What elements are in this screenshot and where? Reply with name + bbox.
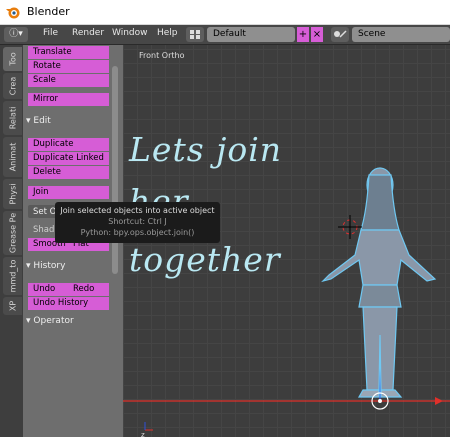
tooltip-python: Python: bpy.ops.object.join() xyxy=(80,228,195,237)
translate-button[interactable]: Translate xyxy=(28,46,109,59)
screen-layout-icon[interactable] xyxy=(186,27,204,42)
set-origin-label: Set O xyxy=(33,207,57,217)
menu-file[interactable]: File xyxy=(43,28,58,38)
tooltip-shortcut: Shortcut: Ctrl J xyxy=(108,217,167,226)
delete-button[interactable]: Delete xyxy=(28,166,109,179)
tool-shelf-tabs: Too Crea Relati Animat Physi Grease Pe m… xyxy=(0,45,23,437)
x-arrow-icon xyxy=(435,397,443,405)
history-header[interactable]: ▾ History xyxy=(26,261,65,271)
scene-field[interactable]: Scene xyxy=(352,27,450,42)
join-tooltip: Join selected objects into active object… xyxy=(55,202,220,243)
tab-create[interactable]: Crea xyxy=(3,73,22,99)
scale-button[interactable]: Scale xyxy=(28,74,109,87)
undo-history-button[interactable]: Undo History xyxy=(28,297,109,310)
duplicate-button[interactable]: Duplicate xyxy=(28,138,109,151)
tooltip-title: Join selected objects into active object xyxy=(60,206,215,215)
remove-screen-button[interactable]: × xyxy=(311,27,323,42)
tab-physics[interactable]: Physi xyxy=(3,179,22,209)
undo-button[interactable]: Undo xyxy=(28,283,69,296)
join-button[interactable]: Join xyxy=(28,186,109,199)
tab-mmd-tools[interactable]: mmd_to xyxy=(3,257,22,295)
redo-button[interactable]: Redo xyxy=(68,283,109,296)
menu-window[interactable]: Window xyxy=(112,28,148,38)
edit-header[interactable]: ▾ Edit xyxy=(26,116,51,126)
rotate-button[interactable]: Rotate xyxy=(28,60,109,73)
tab-animation[interactable]: Animat xyxy=(3,137,22,177)
operator-header[interactable]: ▾ Operator xyxy=(26,316,74,326)
annotation-line-1: Lets join xyxy=(129,130,283,169)
tab-xp[interactable]: XP xyxy=(3,297,22,315)
menu-help[interactable]: Help xyxy=(157,28,178,38)
3d-cursor-icon xyxy=(338,215,362,239)
add-screen-button[interactable]: + xyxy=(297,27,309,42)
character-mesh xyxy=(321,167,437,398)
tab-relations[interactable]: Relati xyxy=(3,101,22,135)
duplicate-linked-button[interactable]: Duplicate Linked xyxy=(28,152,109,165)
tab-tools[interactable]: Too xyxy=(3,47,22,71)
info-icon[interactable]: ⓘ▾ xyxy=(4,27,28,42)
info-header: ⓘ▾ File Render Window Help Default + × S… xyxy=(0,25,450,45)
tab-grease-pencil[interactable]: Grease Pe xyxy=(3,211,22,255)
mirror-button[interactable]: Mirror xyxy=(28,93,109,106)
blender-logo-icon xyxy=(6,7,20,19)
window-title: Blender xyxy=(27,5,70,18)
axis-gizmo-icon: z xyxy=(141,422,153,437)
title-bar: Blender xyxy=(0,0,450,25)
annotation-line-3: together xyxy=(129,240,281,279)
screen-layout-field[interactable]: Default xyxy=(207,27,295,42)
svg-text:z: z xyxy=(141,431,145,437)
scene-icon[interactable] xyxy=(331,27,349,42)
menu-render[interactable]: Render xyxy=(72,28,104,38)
